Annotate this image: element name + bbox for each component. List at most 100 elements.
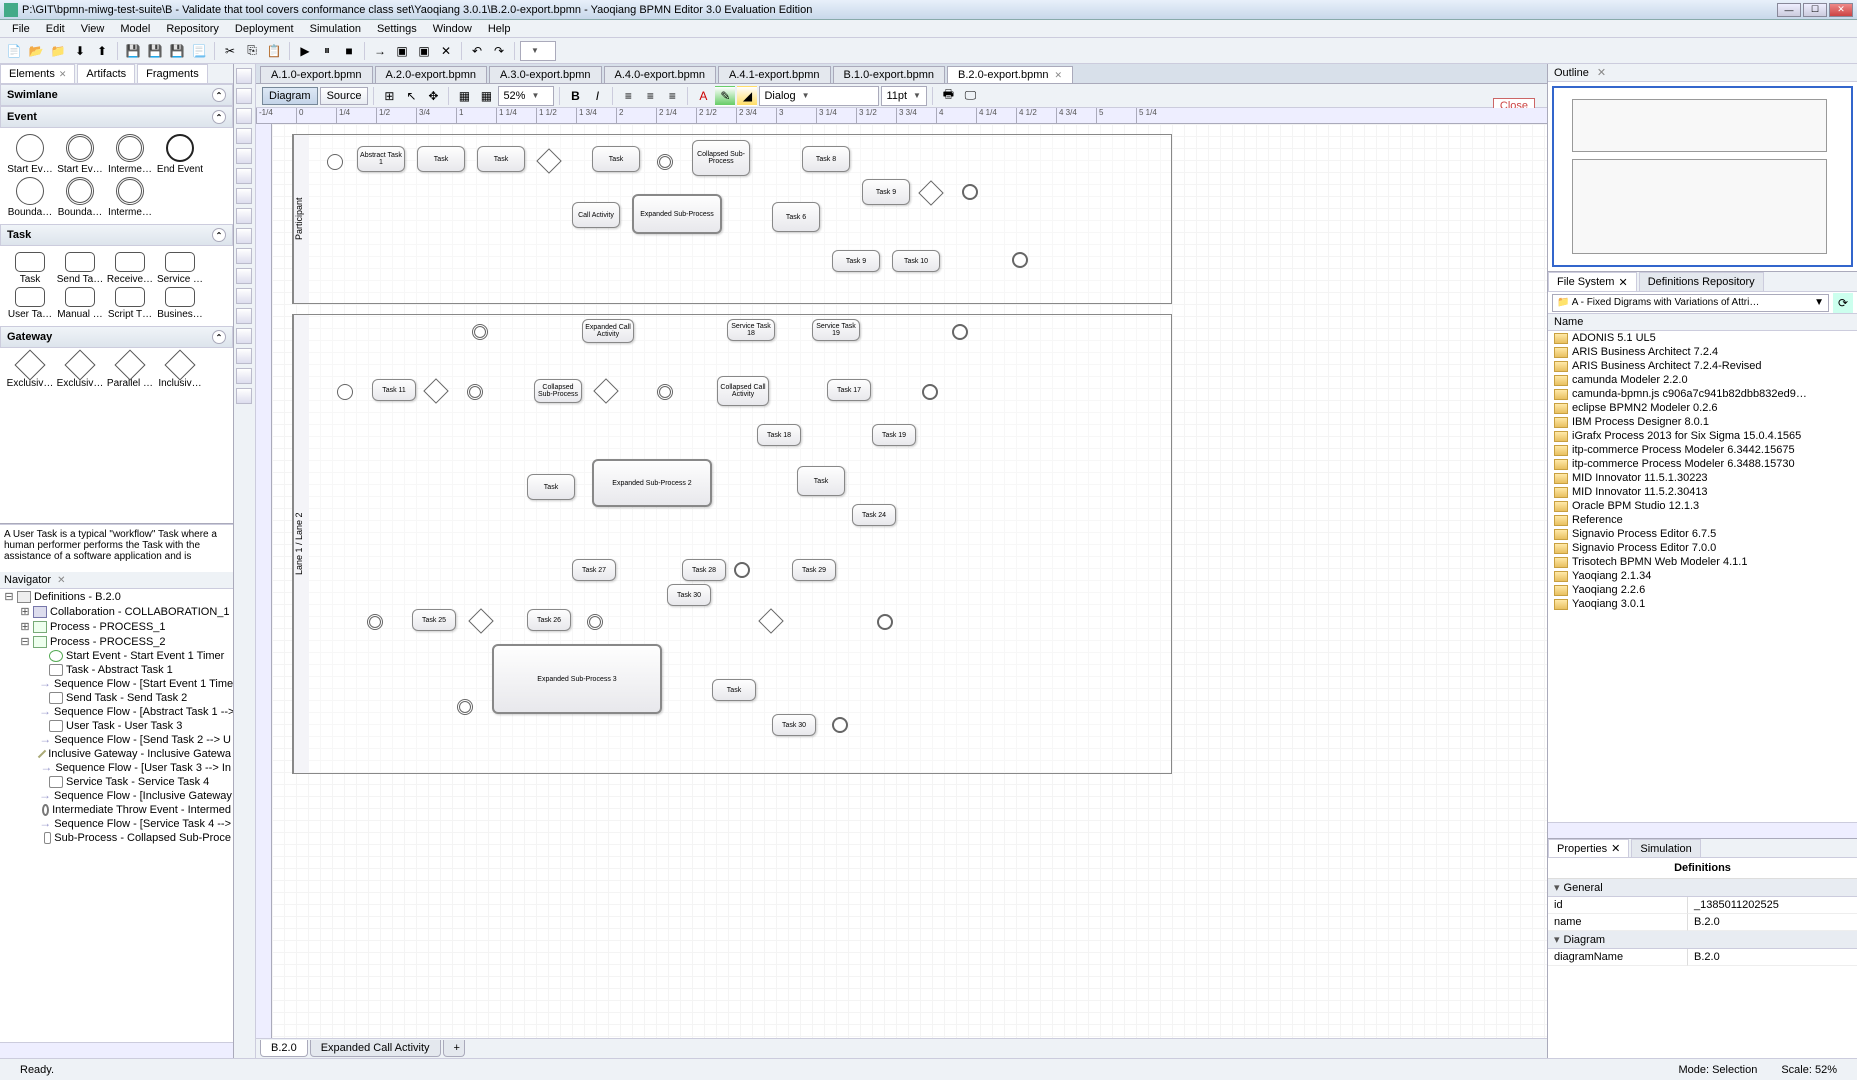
folder-item[interactable]: camunda-bpmn.js c906a7c941b82dbb832ed9… [1548, 387, 1857, 401]
paste-icon[interactable]: 📋 [264, 41, 284, 61]
palette-item[interactable]: Send Ta… [56, 252, 104, 285]
step-icon[interactable]: → [370, 41, 390, 61]
intermediate-event[interactable] [472, 324, 488, 340]
sheet-tab[interactable]: Expanded Call Activity [310, 1040, 441, 1057]
zoom-dropdown[interactable]: 52%▼ [498, 86, 554, 106]
palette-item[interactable]: User Ta… [6, 287, 54, 320]
folder-item[interactable]: ARIS Business Architect 7.2.4-Revised [1548, 359, 1857, 373]
tool-icon[interactable] [236, 188, 252, 204]
tree-node[interactable]: ⊟Process - PROCESS_2 [0, 634, 233, 649]
simulation-tab[interactable]: Simulation [1631, 839, 1700, 857]
prop-value[interactable]: B.2.0 [1688, 949, 1857, 966]
font-color-icon[interactable]: A [693, 86, 713, 106]
palette-item[interactable]: End Event [156, 134, 204, 175]
tool-icon[interactable] [236, 128, 252, 144]
task[interactable]: Task 10 [892, 250, 940, 272]
fontsize-dropdown[interactable]: 11pt▼ [881, 86, 927, 106]
copy-icon[interactable]: ⎘ [242, 41, 262, 61]
folder-item[interactable]: ADONIS 5.1 UL5 [1548, 331, 1857, 345]
task[interactable]: Task 28 [682, 559, 726, 581]
prop-value[interactable]: _1385011202525 [1688, 897, 1857, 914]
task[interactable]: Task [527, 474, 575, 500]
folder-item[interactable]: iGrafx Process 2013 for Six Sigma 15.0.4… [1548, 429, 1857, 443]
collapse-icon[interactable]: ⌃ [212, 330, 226, 344]
task[interactable]: Abstract Task 1 [357, 146, 405, 172]
tree-node[interactable]: →Sequence Flow - [Start Event 1 Time [0, 677, 233, 691]
palette-item[interactable]: Bounda… [6, 177, 54, 218]
step2-icon[interactable]: ▣ [392, 41, 412, 61]
properties-tab[interactable]: Properties✕ [1548, 839, 1629, 857]
task[interactable]: Collapsed Sub-Process [534, 379, 582, 403]
tool-icon[interactable] [236, 348, 252, 364]
collapse-icon[interactable]: ⌃ [212, 88, 226, 102]
folder-item[interactable]: itp-commerce Process Modeler 6.3488.1573… [1548, 457, 1857, 471]
task[interactable]: Task 9 [862, 179, 910, 205]
end-event[interactable] [922, 384, 938, 400]
start-event[interactable] [327, 154, 343, 170]
end-event[interactable] [952, 324, 968, 340]
open2-icon[interactable]: 📁 [48, 41, 68, 61]
delete-icon[interactable]: ✕ [436, 41, 456, 61]
end-event[interactable] [832, 717, 848, 733]
print-icon[interactable]: 🖶 [938, 86, 958, 106]
task[interactable]: Task 17 [827, 379, 871, 401]
menu-simulation[interactable]: Simulation [302, 21, 369, 37]
palette-item[interactable]: Exclusiv… [56, 354, 104, 389]
sheet-tab[interactable]: B.2.0 [260, 1040, 308, 1057]
expanded-subprocess[interactable]: Expanded Sub-Process 3 [492, 644, 662, 714]
fill-icon[interactable]: ◢ [737, 86, 757, 106]
task[interactable]: Task [417, 146, 465, 172]
tree-node[interactable]: ⊞Process - PROCESS_1 [0, 619, 233, 634]
palette-item[interactable]: Receive… [106, 252, 154, 285]
task[interactable]: Task 24 [852, 504, 896, 526]
folder-item[interactable]: Signavio Process Editor 6.7.5 [1548, 527, 1857, 541]
intermediate-event[interactable] [587, 614, 603, 630]
tree-node[interactable]: →Sequence Flow - [Send Task 2 --> U [0, 733, 233, 747]
diagram-canvas[interactable]: Participant Lane 1 / Lane 2 Abstract Tas… [272, 124, 1547, 1038]
task[interactable]: Task 25 [412, 609, 456, 631]
pause-icon[interactable]: ⏸ [317, 41, 337, 61]
folder-item[interactable]: Yaoqiang 2.2.6 [1548, 583, 1857, 597]
intermediate-event[interactable] [657, 154, 673, 170]
tree-node[interactable]: Start Event - Start Event 1 Timer [0, 649, 233, 663]
editor-tab[interactable]: A.2.0-export.bpmn [375, 66, 488, 83]
tree-node[interactable]: →Sequence Flow - [Abstract Task 1 --> [0, 705, 233, 719]
outline-view[interactable] [1548, 82, 1857, 272]
task[interactable]: Task 19 [872, 424, 916, 446]
palette-item[interactable]: Service … [156, 252, 204, 285]
folder-item[interactable]: Yaoqiang 2.1.34 [1548, 569, 1857, 583]
folder-item[interactable]: ARIS Business Architect 7.2.4 [1548, 345, 1857, 359]
palette-tab[interactable]: Artifacts [77, 64, 135, 83]
tool-icon[interactable] [236, 168, 252, 184]
folder-item[interactable]: MID Innovator 11.5.2.30413 [1548, 485, 1857, 499]
tree-node[interactable]: →Sequence Flow - [Inclusive Gateway [0, 789, 233, 803]
new-icon[interactable]: 📄 [4, 41, 24, 61]
fs-column-header[interactable]: Name [1548, 314, 1857, 331]
palette-item[interactable]: Start Ev… [6, 134, 54, 175]
menu-help[interactable]: Help [480, 21, 519, 37]
diagram-view-button[interactable]: Diagram [262, 87, 318, 105]
source-view-button[interactable]: Source [320, 87, 369, 105]
align-left-icon[interactable]: ≡ [618, 86, 638, 106]
intermediate-event[interactable] [457, 699, 473, 715]
scrollbar-horizontal[interactable] [1548, 822, 1857, 838]
font-dropdown[interactable]: Dialog▼ [759, 86, 879, 106]
tool-icon[interactable] [236, 108, 252, 124]
save-icon[interactable]: 💾 [123, 41, 143, 61]
palette-item[interactable]: Manual … [56, 287, 104, 320]
play-icon[interactable]: ▶ [295, 41, 315, 61]
task[interactable]: Task [592, 146, 640, 172]
task[interactable]: Task 6 [772, 202, 820, 232]
tool-icon[interactable] [236, 88, 252, 104]
task[interactable]: Task [477, 146, 525, 172]
pointer-icon[interactable]: ↖ [401, 86, 421, 106]
intermediate-event[interactable] [657, 384, 673, 400]
palette-item[interactable]: Script T… [106, 287, 154, 320]
saveall-icon[interactable]: 💾 [167, 41, 187, 61]
task[interactable]: Call Activity [572, 202, 620, 228]
menu-model[interactable]: Model [112, 21, 158, 37]
grid-icon[interactable]: ⊞ [379, 86, 399, 106]
folder-item[interactable]: Trisotech BPMN Web Modeler 4.1.1 [1548, 555, 1857, 569]
menu-settings[interactable]: Settings [369, 21, 425, 37]
tool-icon[interactable] [236, 208, 252, 224]
